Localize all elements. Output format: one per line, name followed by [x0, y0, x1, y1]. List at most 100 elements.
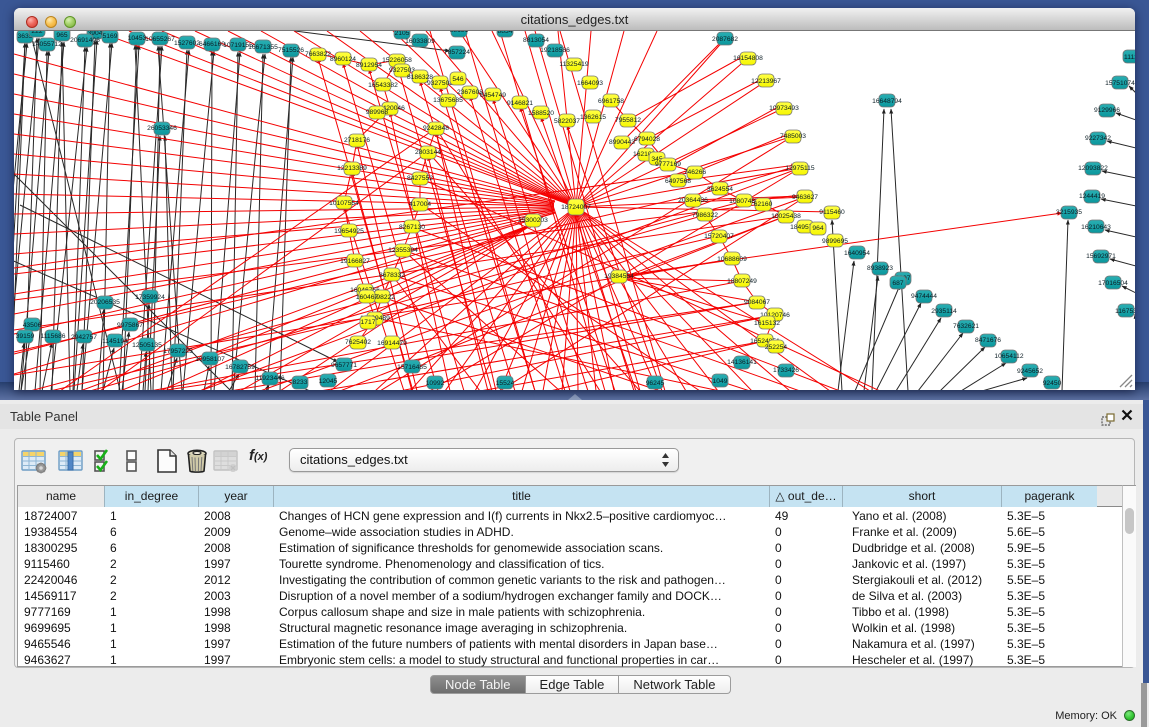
- svg-text:687: 687: [892, 280, 903, 287]
- svg-text:17957225: 17957225: [163, 348, 193, 355]
- svg-text:11325419: 11325419: [559, 61, 589, 68]
- svg-text:9115460: 9115460: [819, 209, 845, 216]
- svg-text:8912954: 8912954: [356, 62, 382, 69]
- svg-text:6497568: 6497568: [665, 178, 691, 185]
- svg-text:1112: 1112: [1124, 54, 1135, 61]
- svg-text:10958107: 10958107: [195, 356, 225, 363]
- svg-text:8960124: 8960124: [330, 56, 356, 63]
- svg-text:16648794: 16648794: [872, 98, 902, 105]
- svg-text:746266: 746266: [684, 169, 707, 176]
- svg-text:15226058: 15226058: [382, 57, 412, 64]
- svg-text:1049: 1049: [713, 378, 728, 385]
- svg-text:8938923: 8938923: [867, 265, 893, 272]
- svg-text:10107554: 10107554: [329, 200, 359, 207]
- svg-text:7632621: 7632621: [953, 323, 979, 330]
- svg-text:160467: 160467: [356, 294, 379, 301]
- svg-text:12355394: 12355394: [388, 247, 418, 254]
- svg-text:7485003: 7485003: [780, 133, 806, 140]
- svg-text:1527602: 1527602: [174, 40, 200, 47]
- svg-text:16914479: 16914479: [377, 340, 407, 347]
- svg-text:9899695: 9899695: [822, 238, 848, 245]
- svg-text:12213389: 12213389: [337, 165, 367, 172]
- svg-text:6794028: 6794028: [634, 136, 660, 143]
- svg-text:7857224: 7857224: [444, 49, 470, 56]
- svg-text:16154808: 16154808: [733, 55, 763, 62]
- svg-text:14136141: 14136141: [727, 359, 757, 366]
- svg-text:8813054: 8813054: [523, 37, 549, 44]
- svg-text:1615132: 1615132: [754, 320, 780, 327]
- svg-text:16671355: 16671355: [248, 44, 278, 51]
- svg-text:15692971: 15692971: [1086, 253, 1116, 260]
- svg-text:7663822: 7663822: [305, 51, 331, 58]
- svg-text:8471676: 8471676: [975, 337, 1001, 344]
- svg-text:1115686: 1115686: [40, 333, 65, 340]
- svg-text:9327503: 9327503: [389, 67, 415, 74]
- svg-text:12045: 12045: [319, 378, 338, 385]
- svg-text:10992: 10992: [426, 380, 445, 387]
- svg-text:9227342: 9227342: [1085, 135, 1111, 142]
- svg-text:3624554: 3624554: [707, 186, 733, 193]
- svg-text:20691406: 20691406: [70, 37, 100, 44]
- svg-text:9327508: 9327508: [427, 80, 453, 87]
- svg-text:8267130: 8267130: [399, 224, 425, 231]
- svg-text:9657771: 9657771: [331, 362, 357, 369]
- svg-text:8834: 8834: [498, 31, 513, 35]
- svg-text:13675685: 13675685: [433, 97, 463, 104]
- svg-text:5822037: 5822037: [554, 118, 580, 125]
- svg-text:19218586: 19218586: [540, 47, 570, 54]
- svg-text:1664093: 1664093: [577, 80, 603, 87]
- svg-text:39159: 39159: [16, 333, 35, 340]
- svg-text:17016504: 17016504: [1098, 280, 1128, 287]
- svg-text:10453: 10453: [128, 35, 147, 42]
- svg-text:12505135: 12505135: [132, 342, 162, 349]
- svg-text:20364436: 20364436: [678, 197, 708, 204]
- svg-text:18807249: 18807249: [727, 278, 757, 285]
- svg-text:43506: 43506: [23, 322, 42, 329]
- svg-text:8454749: 8454749: [480, 92, 506, 99]
- svg-text:15716485: 15716485: [397, 364, 427, 371]
- svg-text:7986322: 7986322: [692, 212, 718, 219]
- svg-text:417004: 417004: [409, 201, 432, 208]
- svg-text:10655267: 10655267: [145, 36, 175, 43]
- svg-text:25300203: 25300203: [518, 217, 548, 224]
- svg-text:8990443: 8990443: [609, 139, 635, 146]
- svg-text:16210643: 16210643: [1081, 224, 1111, 231]
- svg-text:2105: 2105: [395, 31, 410, 37]
- svg-text:19654925: 19654925: [334, 228, 364, 235]
- svg-text:9129966: 9129966: [1094, 107, 1120, 114]
- svg-text:12975115: 12975115: [785, 165, 815, 172]
- svg-text:10025438: 10025438: [771, 213, 801, 220]
- svg-text:15751074: 15751074: [1105, 80, 1135, 87]
- svg-text:6466160: 6466160: [199, 41, 225, 48]
- svg-text:16782759: 16782759: [225, 364, 255, 371]
- svg-text:92450: 92450: [1043, 380, 1062, 387]
- svg-text:10654112: 10654112: [994, 353, 1024, 360]
- svg-text:1733426: 1733426: [773, 367, 799, 374]
- svg-text:17359924: 17359924: [135, 294, 165, 301]
- svg-text:3215935: 3215935: [1056, 209, 1082, 216]
- svg-text:7625402: 7625402: [345, 339, 371, 346]
- svg-text:1588520: 1588520: [528, 110, 554, 117]
- svg-text:12093822: 12093822: [1078, 165, 1108, 172]
- svg-text:9242848: 9242848: [423, 125, 449, 132]
- svg-text:11923446: 11923446: [255, 375, 285, 382]
- svg-text:9975867: 9975867: [117, 322, 143, 329]
- svg-text:546: 546: [452, 76, 463, 83]
- svg-text:1717: 1717: [361, 319, 376, 326]
- svg-text:16543382: 16543382: [368, 82, 398, 89]
- svg-text:8427552: 8427552: [407, 175, 433, 182]
- svg-text:1640954: 1640954: [844, 250, 870, 257]
- svg-text:9146821: 9146821: [507, 100, 533, 107]
- svg-text:12213967: 12213967: [751, 78, 781, 85]
- svg-text:252254: 252254: [765, 344, 788, 351]
- svg-text:2942757: 2942757: [71, 334, 97, 341]
- svg-text:8233: 8233: [293, 379, 308, 386]
- svg-text:15720407: 15720407: [704, 233, 734, 240]
- svg-text:989968: 989968: [366, 109, 389, 116]
- svg-text:222: 222: [31, 31, 42, 35]
- svg-text:9474444: 9474444: [911, 293, 937, 300]
- svg-text:88131: 88131: [450, 31, 469, 34]
- svg-text:1244419: 1244419: [1079, 193, 1105, 200]
- svg-text:1145194: 1145194: [102, 338, 128, 345]
- svg-text:20206535: 20206535: [90, 299, 120, 306]
